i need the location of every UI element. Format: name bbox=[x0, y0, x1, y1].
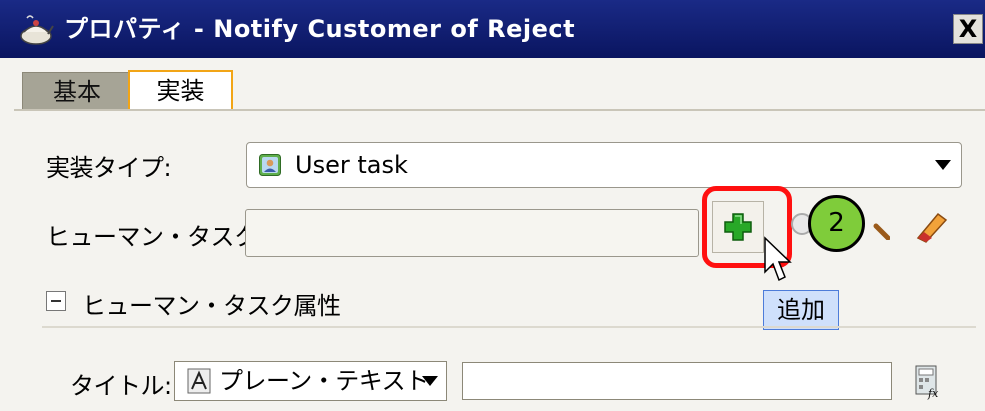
user-task-icon bbox=[259, 154, 281, 176]
human-task-label: ヒューマン・タスク: bbox=[46, 223, 266, 251]
mouse-cursor-icon bbox=[764, 236, 792, 282]
step-badge: 2 bbox=[808, 195, 865, 252]
plain-text-icon bbox=[187, 368, 211, 394]
title-format-value: プレーン・テキスト bbox=[219, 367, 429, 395]
add-tooltip: 追加 bbox=[763, 290, 839, 330]
tab-basic[interactable]: 基本 bbox=[22, 72, 132, 110]
svg-text:fx: fx bbox=[927, 387, 939, 400]
title-field[interactable] bbox=[462, 362, 892, 400]
title-label: タイトル: bbox=[70, 372, 172, 400]
window-titlebar: プロパティ - Notify Customer of Reject X bbox=[0, 0, 985, 58]
teapot-icon bbox=[20, 15, 54, 45]
window-title: プロパティ - Notify Customer of Reject bbox=[64, 15, 576, 43]
tab-implementation[interactable]: 実装 bbox=[128, 70, 233, 111]
chevron-down-icon[interactable] bbox=[422, 376, 438, 386]
implementation-type-value: User task bbox=[295, 151, 408, 179]
implementation-type-select[interactable]: User task bbox=[246, 142, 962, 188]
section-title: ヒューマン・タスク属性 bbox=[82, 292, 341, 320]
expression-builder-icon[interactable]: fx bbox=[914, 364, 944, 400]
close-button[interactable]: X bbox=[953, 14, 983, 44]
section-divider bbox=[42, 326, 976, 328]
implementation-type-label: 実装タイプ: bbox=[46, 154, 172, 182]
human-task-field[interactable] bbox=[245, 209, 699, 257]
tab-divider bbox=[14, 109, 985, 111]
title-format-select[interactable]: プレーン・テキスト bbox=[174, 361, 447, 401]
eraser-icon[interactable] bbox=[912, 208, 950, 244]
collapse-toggle[interactable] bbox=[46, 291, 66, 311]
chevron-down-icon[interactable] bbox=[935, 160, 951, 170]
